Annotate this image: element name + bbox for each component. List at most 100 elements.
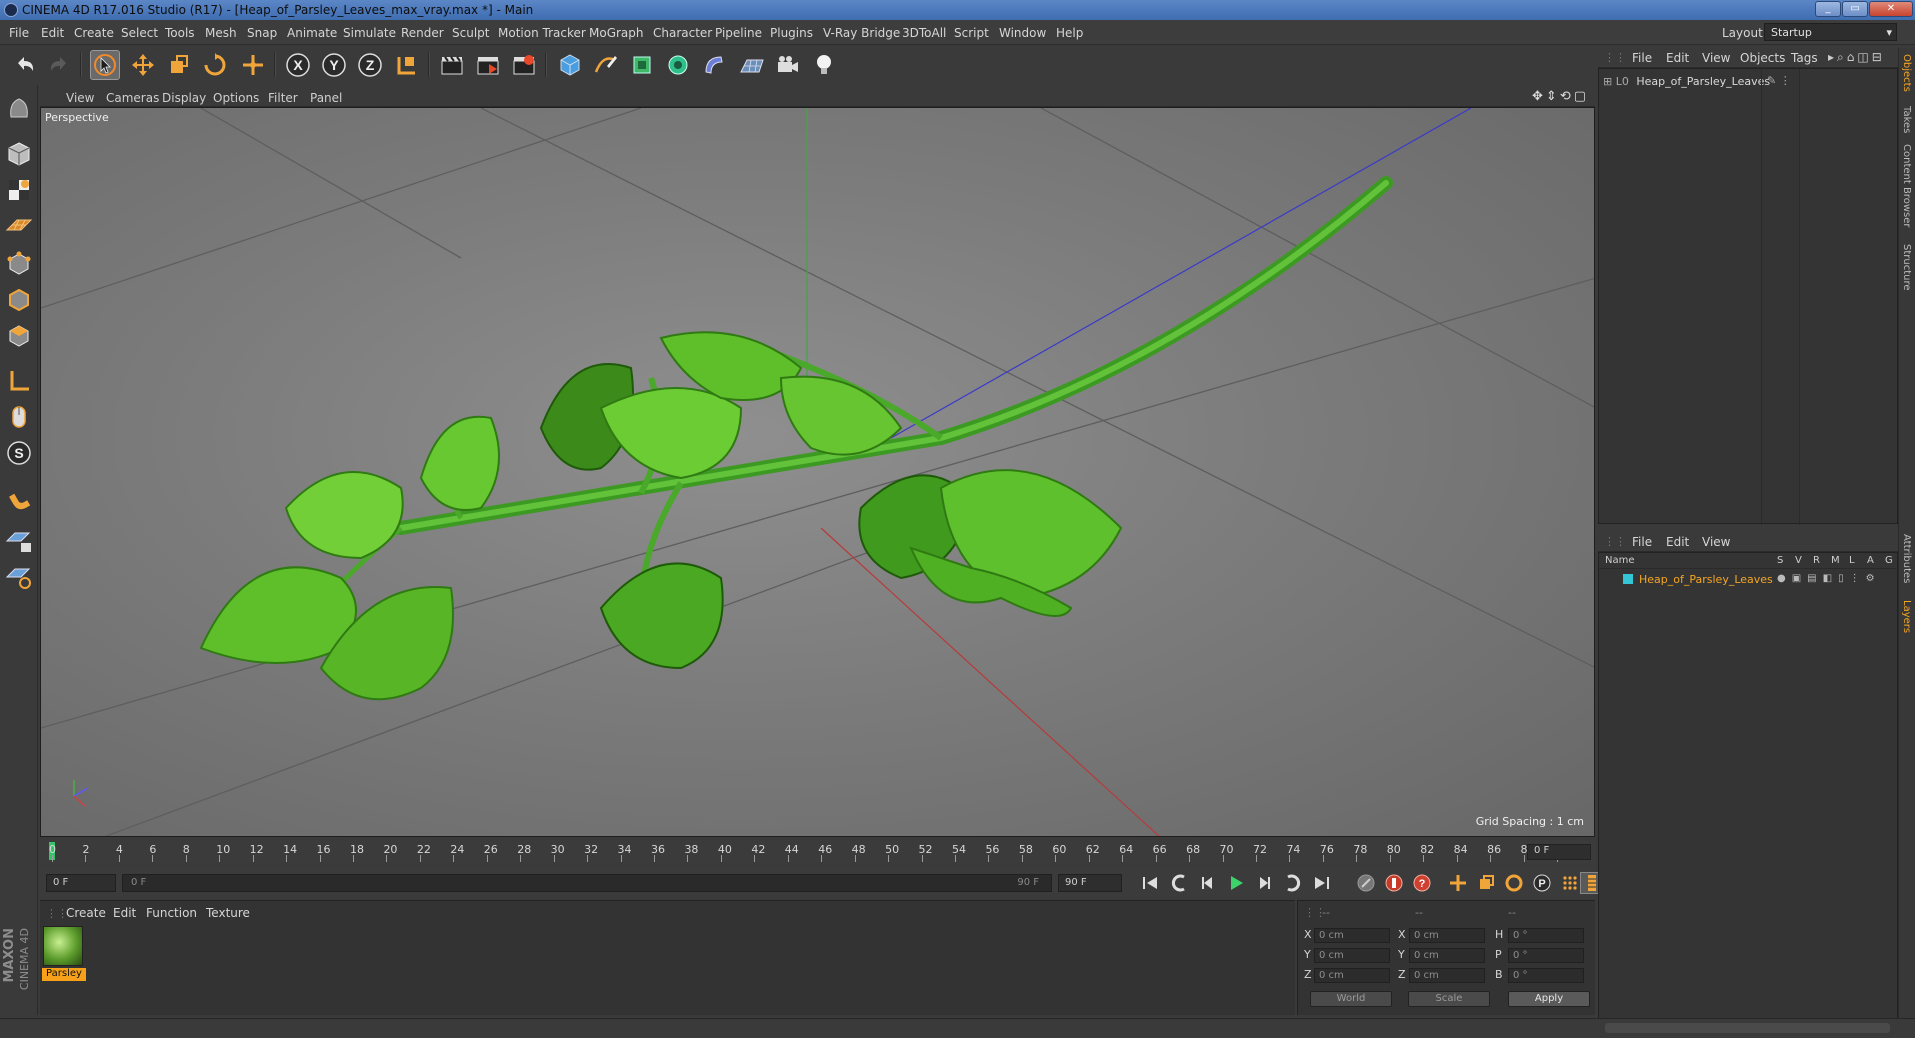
workplane-mode-button[interactable] (3, 210, 35, 242)
viewport-menu-display[interactable]: Display (162, 91, 206, 105)
tab-content-browser[interactable]: Content Browser (1901, 144, 1912, 227)
points-mode-button[interactable] (3, 248, 35, 280)
material-menu-create[interactable]: Create (66, 906, 106, 920)
layer-menu-file[interactable]: File (1632, 535, 1652, 549)
menu-create[interactable]: Create (74, 26, 114, 40)
record-button[interactable] (1382, 872, 1406, 894)
render-view-button[interactable] (437, 50, 467, 80)
col-generators[interactable]: G (1885, 555, 1893, 566)
menu-mograph[interactable]: MoGraph (589, 26, 644, 40)
menu-snap[interactable]: Snap (247, 26, 277, 40)
rotate-tool-button[interactable] (200, 50, 230, 80)
menu-tools[interactable]: Tools (165, 26, 195, 40)
viewport-nav-icons[interactable]: ✥⇕⟲▢ (1532, 89, 1589, 104)
pos-x-field[interactable]: 0 cm (1314, 928, 1390, 943)
layer-flag-icons[interactable]: ●▣▤◧▯⋮⚙ (1777, 573, 1881, 584)
rot-h-field[interactable]: 0 ° (1508, 928, 1584, 943)
menu-render[interactable]: Render (401, 26, 444, 40)
key-scale-button[interactable] (1474, 872, 1498, 894)
add-subdivision-button[interactable] (627, 50, 657, 80)
coordinate-system-button[interactable] (392, 50, 422, 80)
key-position-button[interactable] (1446, 872, 1470, 894)
col-animation[interactable]: A (1867, 555, 1874, 566)
layer-name[interactable]: Heap_of_Parsley_Leaves (1639, 573, 1773, 586)
horizontal-scrollbar[interactable] (1605, 1023, 1890, 1033)
scale-tool-button[interactable] (164, 50, 194, 80)
texture-mode-button[interactable] (3, 174, 35, 206)
menu-script[interactable]: Script (954, 26, 989, 40)
object-menu-edit[interactable]: Edit (1666, 51, 1689, 65)
menu-animate[interactable]: Animate (287, 26, 337, 40)
menu-motion-tracker[interactable]: Motion Tracker (498, 26, 586, 40)
menu-plugins[interactable]: Plugins (770, 26, 813, 40)
object-row[interactable]: ⊞ L0 Heap_of_Parsley_Leaves (1603, 75, 1770, 88)
col-manager[interactable]: M (1831, 555, 1840, 566)
tab-layers[interactable]: Layers (1901, 600, 1912, 633)
move-tool-button[interactable] (128, 50, 158, 80)
layer-color-swatch[interactable] (1623, 574, 1633, 584)
add-floor-button[interactable] (737, 50, 767, 80)
rot-b-field[interactable]: 0 ° (1508, 968, 1584, 983)
menu-window[interactable]: Window (999, 26, 1046, 40)
col-locked[interactable]: L (1849, 555, 1855, 566)
menu-file[interactable]: File (9, 26, 29, 40)
undo-button[interactable] (10, 50, 40, 80)
add-light-button[interactable] (809, 50, 839, 80)
key-pla-button[interactable] (1558, 872, 1582, 894)
coordinate-mode-dropdown[interactable]: World (1310, 991, 1392, 1007)
y-axis-lock-button[interactable]: Y (319, 50, 349, 80)
material-menu-texture[interactable]: Texture (206, 906, 250, 920)
menu-3dtoall[interactable]: 3DToAll (902, 26, 946, 40)
apply-button[interactable]: Apply (1508, 991, 1590, 1007)
add-deformer-button[interactable] (699, 50, 729, 80)
transform-tool-button[interactable] (238, 50, 268, 80)
menu-sculpt[interactable]: Sculpt (452, 26, 489, 40)
polygons-mode-button[interactable] (3, 320, 35, 352)
edit-tag-icon[interactable]: ✎ ⋮ (1767, 74, 1791, 87)
end-frame-field[interactable]: 90 F (1058, 874, 1122, 892)
model-mode-button[interactable] (3, 138, 35, 170)
tab-takes[interactable]: Takes (1901, 106, 1912, 133)
maximize-button[interactable]: ▭ (1842, 1, 1868, 17)
tab-structure[interactable]: Structure (1901, 244, 1912, 291)
snapping-button[interactable]: S (3, 437, 35, 469)
menu-select[interactable]: Select (121, 26, 158, 40)
col-view[interactable]: V (1795, 555, 1802, 566)
menu-pipeline[interactable]: Pipeline (715, 26, 762, 40)
object-menu-objects[interactable]: Objects (1740, 51, 1785, 65)
object-manager-tools-icons[interactable]: ▸⌕⌂◫⊟ (1828, 50, 1885, 65)
z-axis-lock-button[interactable]: Z (355, 50, 385, 80)
workplane-align-button[interactable] (3, 561, 35, 593)
pos-y-field[interactable]: 0 cm (1314, 948, 1390, 963)
3d-viewport[interactable]: Perspective Grid Spacing : 1 cm (40, 107, 1595, 837)
viewport-menu-cameras[interactable]: Cameras (106, 91, 159, 105)
menu-edit[interactable]: Edit (41, 26, 64, 40)
object-menu-view[interactable]: View (1702, 51, 1730, 65)
size-x-field[interactable]: 0 cm (1409, 928, 1485, 943)
material-menu-function[interactable]: Function (146, 906, 197, 920)
previous-frame-button[interactable] (1196, 872, 1220, 894)
render-to-picture-viewer-button[interactable] (473, 50, 503, 80)
add-cube-button[interactable] (555, 50, 585, 80)
next-frame-button[interactable] (1252, 872, 1276, 894)
add-camera-button[interactable] (773, 50, 803, 80)
material-preview-swatch[interactable] (43, 926, 83, 966)
viewport-menu-view[interactable]: View (66, 91, 94, 105)
close-button[interactable]: ✕ (1869, 1, 1913, 17)
start-frame-field[interactable]: 0 F (46, 874, 116, 892)
enable-snap-magnet-button[interactable] (3, 482, 35, 514)
layout-dropdown[interactable]: Startup ▾ (1764, 23, 1897, 41)
menu-help[interactable]: Help (1056, 26, 1083, 40)
col-render[interactable]: R (1813, 555, 1820, 566)
previous-key-button[interactable] (1168, 872, 1192, 894)
redo-button[interactable] (44, 50, 74, 80)
menu-vray-bridge[interactable]: V-Ray Bridge (823, 26, 900, 40)
tab-attributes[interactable]: Attributes (1901, 534, 1912, 583)
col-solo[interactable]: S (1777, 555, 1783, 566)
live-selection-button[interactable] (90, 50, 120, 80)
menu-mesh[interactable]: Mesh (205, 26, 237, 40)
viewport-menu-panel[interactable]: Panel (310, 91, 342, 105)
object-menu-file[interactable]: File (1632, 51, 1652, 65)
make-editable-button[interactable] (3, 93, 35, 125)
tab-objects[interactable]: Objects (1901, 54, 1912, 92)
